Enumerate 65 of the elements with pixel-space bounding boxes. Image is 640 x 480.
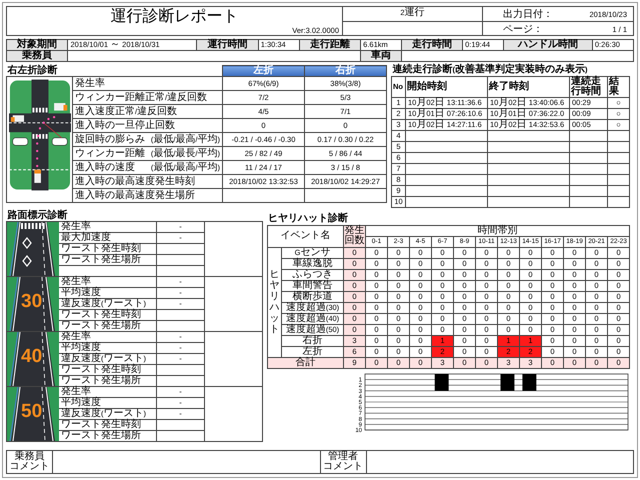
row-label: 車線逸脱 xyxy=(282,258,344,269)
road-drawing xyxy=(7,277,59,331)
row-label: ワースト発生時刻 xyxy=(58,244,156,254)
row-label: ワースト発生場所 xyxy=(58,430,156,442)
speed-marking: 40 xyxy=(21,346,42,368)
section-title: ヒヤリハット診断 xyxy=(267,212,349,224)
column-header: 右折 xyxy=(304,66,386,76)
row-label: 進入時の最高速度発生時刻 xyxy=(75,176,195,186)
chart-bar xyxy=(500,374,514,390)
row-label: 進入時の一旦停止回数 xyxy=(75,120,175,130)
row-label: 右折 xyxy=(282,335,344,346)
comment-label: コメント xyxy=(10,462,50,472)
row-label: ワースト発生時刻 xyxy=(58,420,156,430)
row-label: ワースト発生時刻 xyxy=(58,364,156,376)
row-label: 進入時の最高速度発生場所 xyxy=(75,190,195,200)
row-label: ワースト発生場所 xyxy=(58,320,156,332)
field-label: 出力日付： xyxy=(503,8,553,21)
column-header: 時間帯別 xyxy=(366,225,630,236)
row-label: 最大加速度 xyxy=(58,232,156,244)
row-label: 旋回時の膨らみ xyxy=(75,134,145,144)
field-label: 対象期間 xyxy=(6,40,68,50)
field-label: 運行時間 xyxy=(196,40,258,50)
column-header: 開始時刻 xyxy=(406,76,488,97)
row-label: 平均速度 xyxy=(58,342,156,354)
column-header: 連続走行時間 xyxy=(570,76,608,97)
comment-label: 乗務員 xyxy=(14,452,44,462)
row-label: 車間警告 xyxy=(282,280,344,291)
row-label: ふらつき xyxy=(282,269,344,280)
field-label: 乗務員 xyxy=(6,50,68,62)
field-label: 走行距離 xyxy=(299,40,361,50)
column-header: 結果 xyxy=(608,76,630,97)
row-label: 発生率 xyxy=(58,386,156,398)
column-header: 左折 xyxy=(222,66,304,76)
road-drawing xyxy=(7,332,59,386)
road-drawing xyxy=(7,222,59,276)
row-label: 発生率 xyxy=(58,276,156,288)
row-label: ワースト発生場所 xyxy=(58,376,156,386)
field-label: ページ： xyxy=(503,23,543,36)
side-label: ヒヤリハット xyxy=(270,269,280,335)
row-label: ウィンカー距離 xyxy=(75,148,145,158)
field-label: ハンドル時間 xyxy=(504,40,592,50)
row-label: 平均速度 xyxy=(58,288,156,298)
comment-label: 管理者 xyxy=(328,452,358,462)
row-label: ワースト発生場所 xyxy=(58,254,156,266)
row-label: 左折 xyxy=(282,346,344,357)
row-label: 進入時の速度 xyxy=(75,162,135,172)
row-label: ワースト発生時刻 xyxy=(58,310,156,320)
row-label: 合計 xyxy=(268,357,344,368)
row-label: 発生率 xyxy=(58,222,156,232)
column-header: 終了時刻 xyxy=(488,76,570,97)
row-label: 平均速度 xyxy=(58,398,156,408)
field-label: 走行時間 xyxy=(401,40,463,50)
column-header: イベント名 xyxy=(268,225,344,247)
report-title: 運行診断レポート xyxy=(110,7,240,26)
comment-label: コメント xyxy=(323,462,363,472)
section-title: 右左折診断 xyxy=(6,66,222,76)
row-label: 発生率 xyxy=(58,332,156,342)
row-label: 発生率 xyxy=(75,78,105,88)
column-header: 発生回数 xyxy=(344,225,366,247)
row-label: 横断歩道 xyxy=(282,291,344,302)
section-title: 路面標示診断 xyxy=(6,210,262,222)
road-drawing xyxy=(7,387,59,441)
speed-marking: 50 xyxy=(21,401,42,423)
field-label: 車両 xyxy=(360,50,402,62)
speed-marking: 30 xyxy=(21,291,42,313)
